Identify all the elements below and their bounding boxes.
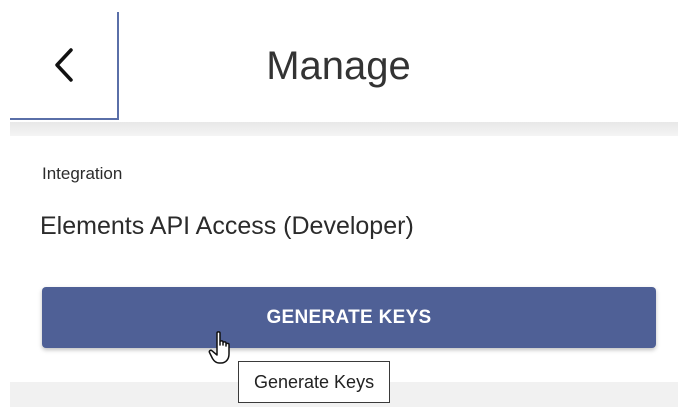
manage-screen: Manage Integration Elements API Access (… — [0, 0, 678, 407]
integration-panel: Integration Elements API Access (Develop… — [10, 136, 678, 382]
page-title: Manage — [266, 43, 411, 88]
left-edge — [0, 0, 10, 407]
header-divider — [10, 122, 678, 136]
generate-keys-tooltip: Generate Keys — [238, 361, 391, 403]
top-strip — [10, 0, 678, 12]
integration-label: Integration — [42, 164, 123, 183]
generate-keys-button[interactable]: GENERATE KEYS — [42, 287, 656, 348]
header: Manage — [10, 12, 678, 122]
chevron-left-icon — [53, 47, 75, 83]
back-button[interactable] — [10, 12, 119, 120]
integration-name: Elements API Access (Developer) — [40, 212, 414, 240]
